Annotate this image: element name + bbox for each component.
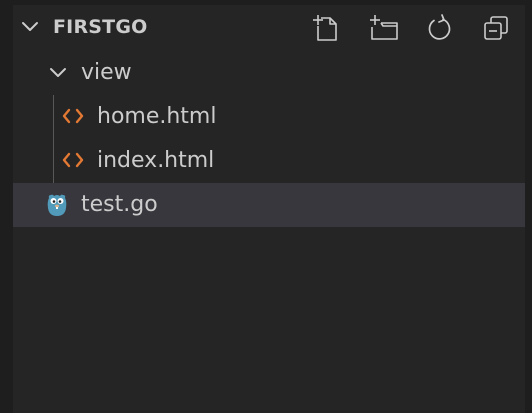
folder-header[interactable]: FIRSTGO xyxy=(13,5,525,49)
new-file-button[interactable] xyxy=(311,13,341,43)
chevron-down-icon[interactable] xyxy=(48,63,68,87)
html-file-icon xyxy=(62,151,84,173)
right-border xyxy=(525,0,532,413)
new-folder-button[interactable] xyxy=(368,13,398,43)
explorer-panel: FIRSTGO view home.html index.html test.g… xyxy=(0,0,532,413)
chevron-down-icon[interactable] xyxy=(20,17,40,37)
html-file-icon xyxy=(62,107,84,129)
tree-item-view-folder[interactable]: view xyxy=(13,51,525,95)
tree-item-label: test.go xyxy=(81,192,158,217)
activity-gutter xyxy=(0,0,13,413)
refresh-button[interactable] xyxy=(425,13,455,43)
tree-item-test-go[interactable]: test.go xyxy=(13,183,525,227)
tree-item-label: home.html xyxy=(97,104,217,129)
collapse-all-button[interactable] xyxy=(481,13,511,43)
tree-item-label: view xyxy=(81,60,132,85)
folder-title: FIRSTGO xyxy=(53,16,148,38)
go-gopher-icon xyxy=(46,192,68,222)
tree-item-home-html[interactable]: home.html xyxy=(13,95,525,139)
tree-item-label: index.html xyxy=(97,148,215,173)
tree-item-index-html[interactable]: index.html xyxy=(13,139,525,183)
